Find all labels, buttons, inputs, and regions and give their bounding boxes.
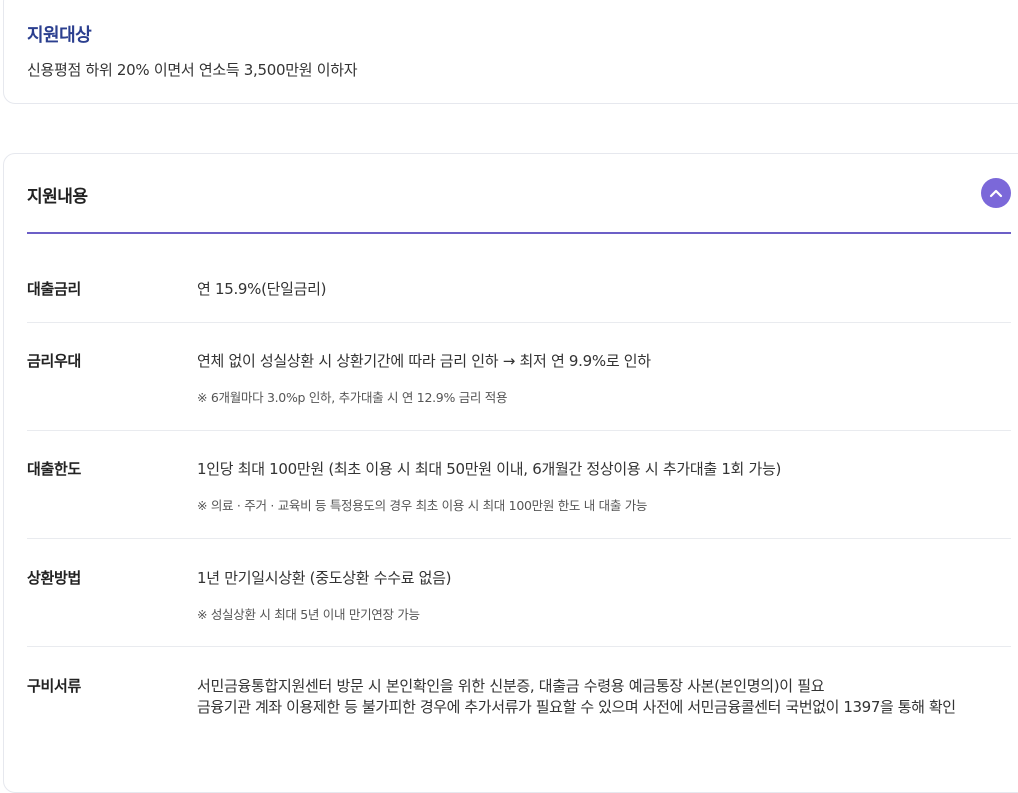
row-note: ※ 의료 · 주거 · 교육비 등 특정용도의 경우 최초 이용 시 최대 10… (197, 498, 648, 513)
row-value: 1인당 최대 100만원 (최초 이용 시 최대 50만원 이내, 6개월간 정… (197, 460, 782, 478)
info-row-loan-limit: 대출한도 1인당 최대 100만원 (최초 이용 시 최대 50만원 이내, 6… (27, 458, 1011, 539)
row-label: 구비서류 (27, 677, 82, 695)
support-target-description: 신용평점 하위 20% 이면서 연소득 3,500만원 이하자 (27, 61, 358, 79)
chevron-up-icon (989, 189, 1003, 198)
support-content-card: 지원내용 대출금리 연 15.9%(단일금리) 금리우대 연체 없이 성실상환 … (3, 153, 1018, 793)
row-label: 대출금리 (27, 280, 82, 298)
info-row-repayment-method: 상환방법 1년 만기일시상환 (중도상환 수수료 없음) ※ 성실상환 시 최대… (27, 567, 1011, 647)
info-row-interest-rate: 대출금리 연 15.9%(단일금리) (27, 278, 1011, 323)
row-value: 서민금융통합지원센터 방문 시 본인확인을 위한 신분증, 대출금 수령용 예금… (197, 677, 825, 695)
row-label: 금리우대 (27, 352, 82, 370)
info-row-required-documents: 구비서류 서민금융통합지원센터 방문 시 본인확인을 위한 신분증, 대출금 수… (27, 675, 1011, 735)
row-note: ※ 6개월마다 3.0%p 인하, 추가대출 시 연 12.9% 금리 적용 (197, 390, 508, 405)
row-label: 상환방법 (27, 569, 82, 587)
support-target-card: 지원대상 신용평점 하위 20% 이면서 연소득 3,500만원 이하자 (3, 0, 1018, 104)
row-note: ※ 성실상환 시 최대 5년 이내 만기연장 가능 (197, 607, 420, 622)
support-content-title: 지원내용 (27, 187, 88, 207)
collapse-toggle-button[interactable] (981, 178, 1011, 208)
row-value: 연체 없이 성실상환 시 상환기간에 따라 금리 인하 → 최저 연 9.9%로… (197, 352, 651, 370)
row-value-line2: 금융기관 계좌 이용제한 등 불가피한 경우에 추가서류가 필요할 수 있으며 … (197, 698, 956, 716)
info-row-rate-discount: 금리우대 연체 없이 성실상환 시 상환기간에 따라 금리 인하 → 최저 연 … (27, 350, 1011, 431)
row-label: 대출한도 (27, 460, 82, 478)
support-target-title: 지원대상 (27, 25, 92, 46)
row-value: 연 15.9%(단일금리) (197, 280, 327, 298)
header-divider (27, 232, 1011, 234)
row-value: 1년 만기일시상환 (중도상환 수수료 없음) (197, 569, 452, 587)
